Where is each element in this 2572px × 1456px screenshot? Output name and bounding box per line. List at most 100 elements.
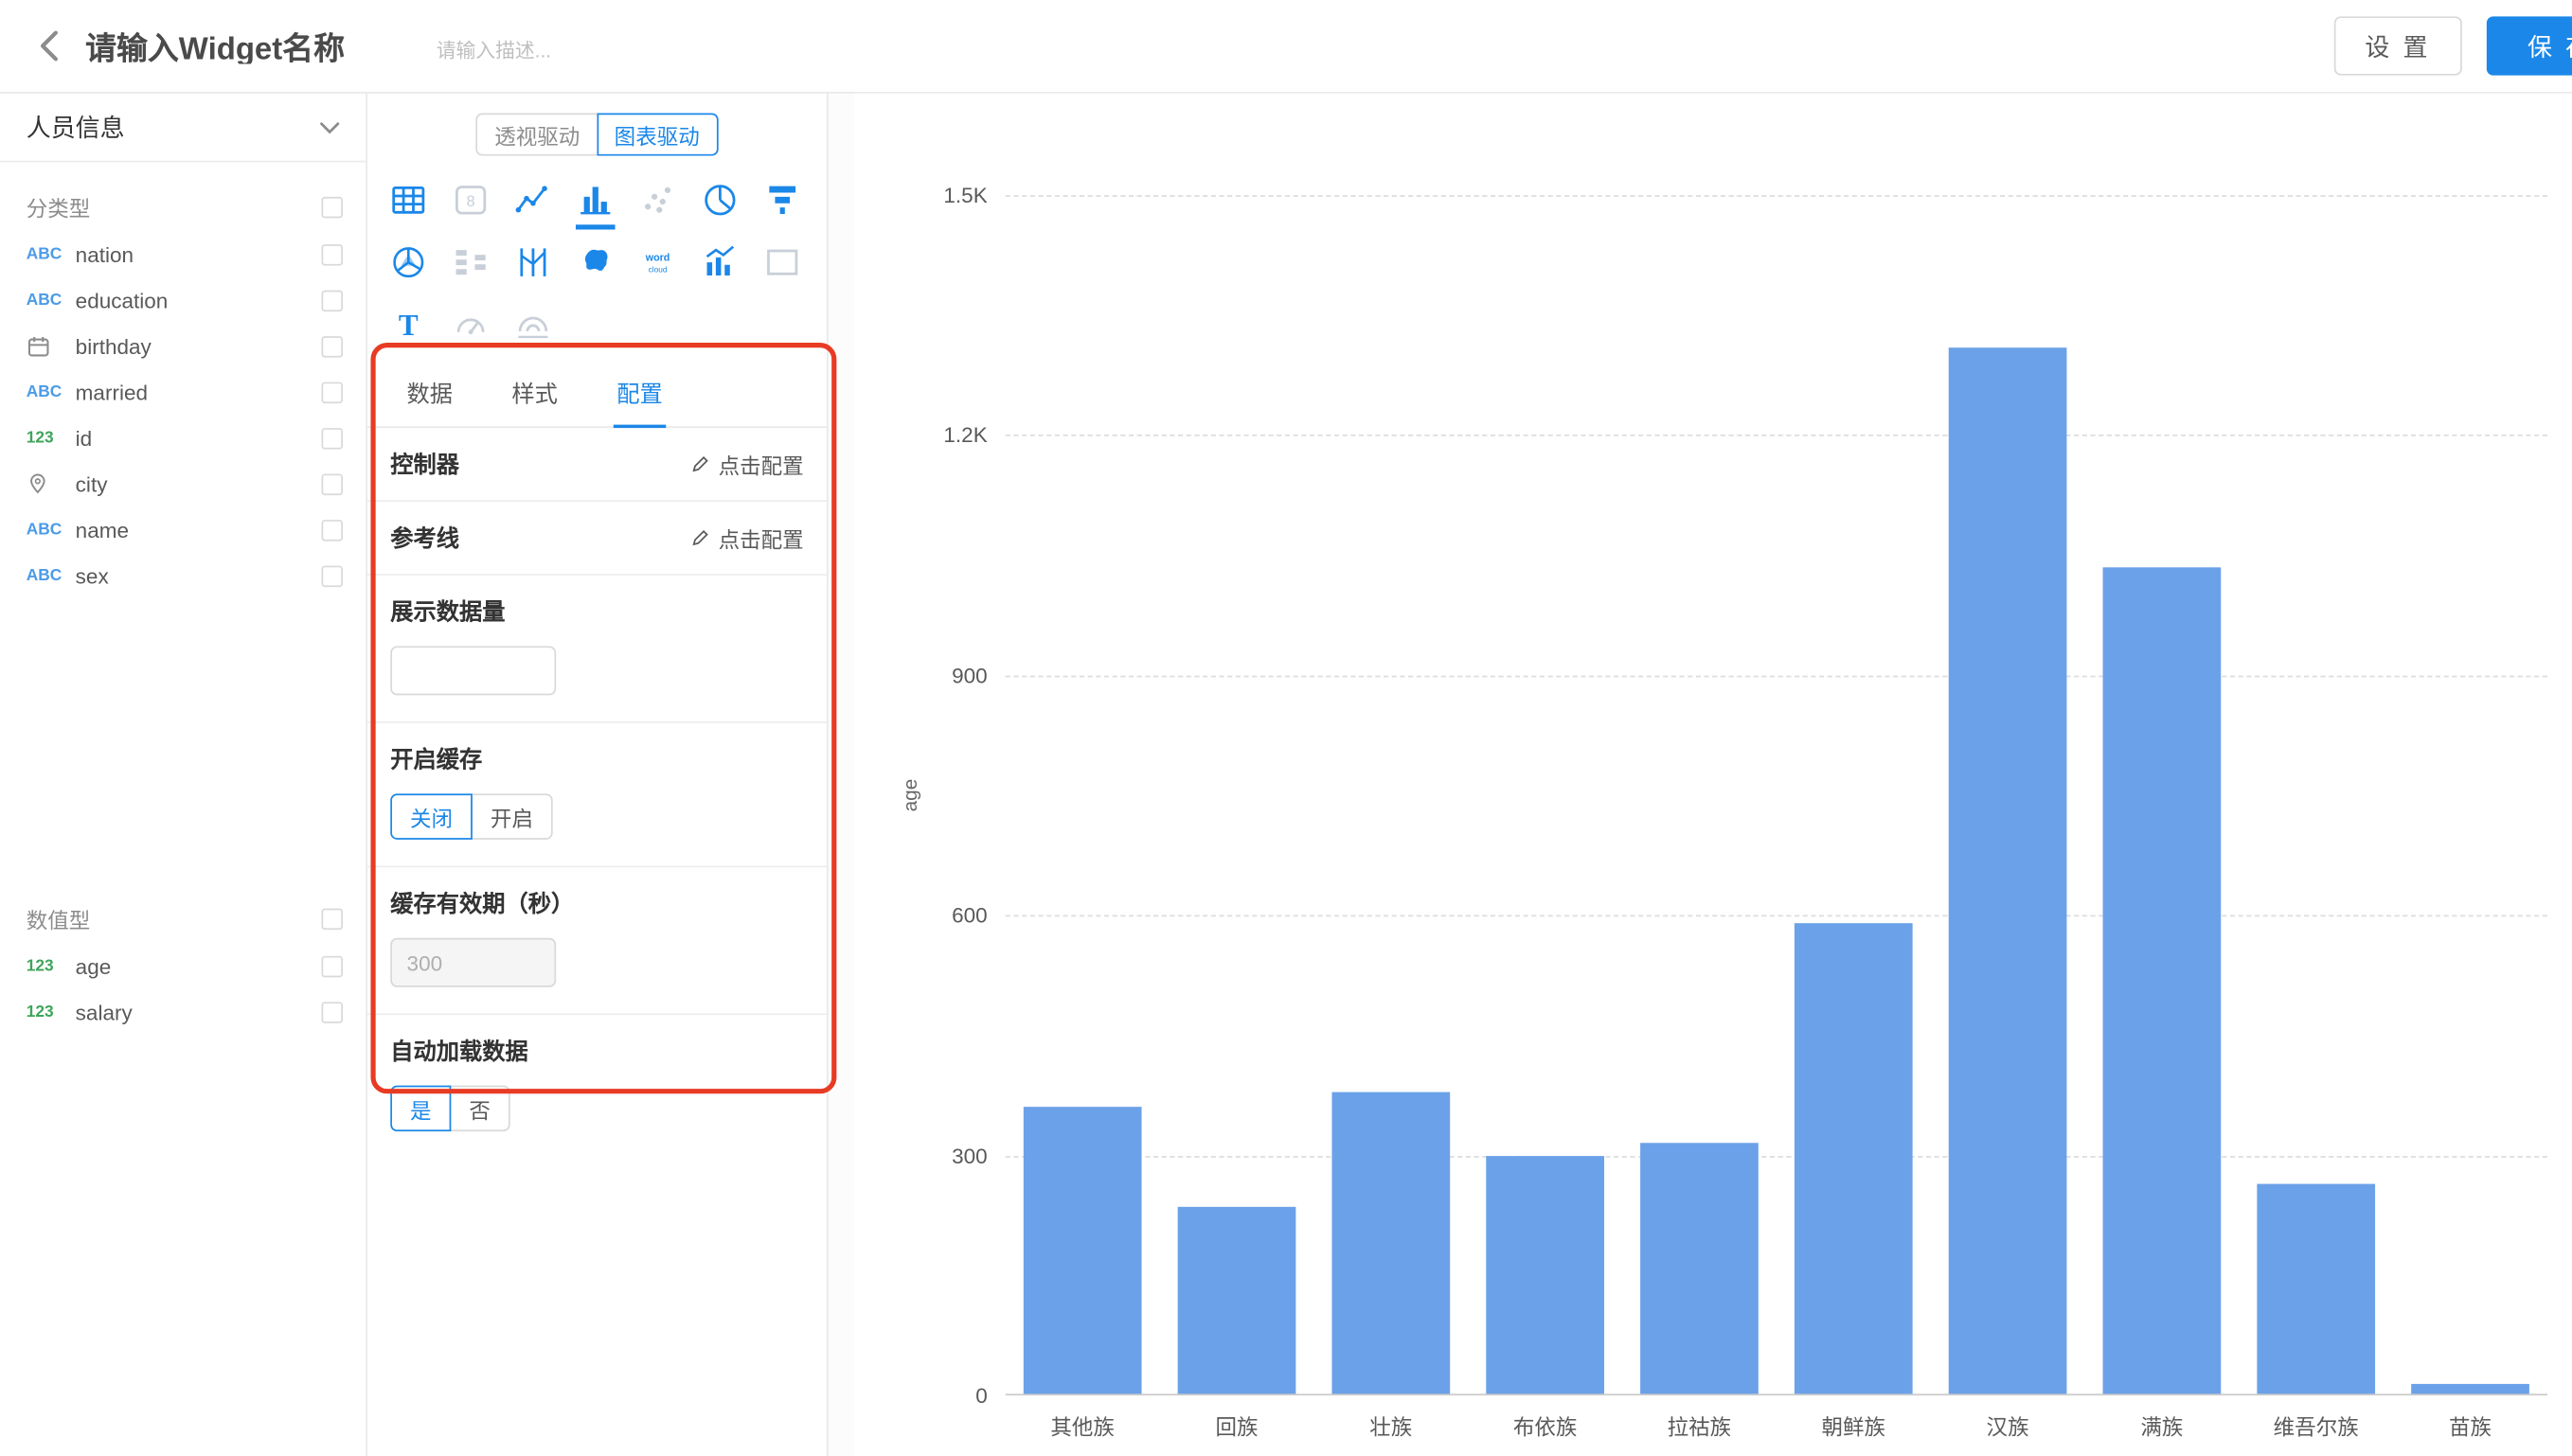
header-actions: 设 置 保 存 (2333, 16, 2571, 75)
save-button[interactable]: 保 存 (2487, 16, 2572, 75)
field-row-salary[interactable]: 123salary (0, 988, 366, 1034)
field-row-nation[interactable]: ABCnation (0, 231, 366, 276)
x-tick-label: 布依族 (1468, 1411, 1622, 1442)
scatter-chart-icon[interactable] (627, 169, 689, 231)
controller-configure-label: 点击配置 (719, 449, 804, 480)
field-name: salary (76, 1000, 133, 1024)
config-tab-bar: 数据样式配置 (367, 363, 827, 428)
wordcloud-chart-icon[interactable]: wordcloud (627, 231, 689, 293)
funnel-chart-icon[interactable] (751, 169, 813, 231)
top-bar: 设 置 保 存 (0, 0, 2572, 94)
bar-slot (2393, 195, 2547, 1395)
gauge-chart-icon[interactable] (439, 293, 502, 356)
settings-button[interactable]: 设 置 (2333, 16, 2461, 75)
map-chart-icon[interactable] (564, 231, 627, 293)
svg-text:T: T (399, 309, 419, 342)
pie-chart-icon[interactable] (688, 169, 751, 231)
svg-text:word: word (645, 252, 670, 263)
mode-option[interactable]: 图表驱动 (597, 114, 718, 156)
sankey-chart-icon[interactable] (439, 231, 502, 293)
field-row-birthday[interactable]: birthday (0, 323, 366, 368)
mode-toggle: 透视驱动图表驱动 (367, 114, 827, 156)
section-checkbox[interactable] (321, 196, 343, 218)
field-checkbox[interactable] (321, 243, 343, 265)
bar-壮族 (1331, 1092, 1450, 1395)
field-name: city (76, 471, 108, 496)
line-chart-icon[interactable] (502, 169, 564, 231)
bar-slot (2084, 195, 2239, 1395)
widget-name-input[interactable] (85, 27, 413, 63)
controller-row: 控制器 点击配置 (367, 428, 827, 502)
iframe-chart-icon[interactable] (751, 231, 813, 293)
bar-朝鲜族 (1795, 923, 1913, 1395)
bar-slot (1160, 195, 1314, 1395)
autoload-option[interactable]: 否 (450, 1086, 510, 1131)
field-checkbox[interactable] (321, 955, 343, 977)
bar-chart-icon[interactable] (564, 169, 627, 231)
field-checkbox[interactable] (321, 519, 343, 541)
field-row-sex[interactable]: ABCsex (0, 553, 366, 598)
autoload-option[interactable]: 是 (390, 1086, 451, 1131)
widget-editor: 设 置 保 存 人员信息 分类型ABCnationABCeducationbir… (0, 0, 2572, 1456)
field-section-header: 分类型 (0, 182, 366, 231)
main-layout: 人员信息 分类型ABCnationABCeducationbirthdayABC… (0, 94, 2572, 1456)
field-checkbox[interactable] (321, 335, 343, 357)
tab-配置[interactable]: 配置 (614, 363, 666, 427)
display-count-label: 展示数据量 (390, 595, 803, 629)
bar-回族 (1178, 1207, 1296, 1395)
table-icon[interactable] (377, 169, 439, 231)
x-tick-label: 其他族 (1006, 1411, 1160, 1442)
reference-line-configure-link[interactable]: 点击配置 (690, 523, 804, 554)
bar-slot (2239, 195, 2393, 1395)
field-name: married (76, 380, 148, 404)
bar-slot (1931, 195, 2085, 1395)
view-selector[interactable]: 人员信息 (0, 94, 366, 163)
bar-拉祜族 (1640, 1144, 1759, 1395)
section-checkbox[interactable] (321, 908, 343, 930)
field-row-education[interactable]: ABCeducation (0, 277, 366, 323)
cache-option[interactable]: 关闭 (390, 793, 473, 839)
autoload-label: 自动加载数据 (390, 1035, 803, 1068)
field-row-name[interactable]: ABCname (0, 506, 366, 552)
x-axis-line (1006, 1394, 2547, 1395)
cache-label: 开启缓存 (390, 743, 803, 776)
cache-ttl-input[interactable] (390, 938, 556, 987)
x-axis-labels: 其他族回族壮族布依族拉祜族朝鲜族汉族满族维吾尔族苗族 (1006, 1411, 2547, 1442)
number-type-icon: 123 (27, 429, 72, 447)
radar-chart-icon[interactable] (377, 231, 439, 293)
widget-description-input[interactable] (437, 40, 683, 62)
x-tick-label: 拉祜族 (1622, 1411, 1777, 1442)
field-sections: 分类型ABCnationABCeducationbirthdayABCmarri… (0, 162, 366, 1034)
display-count-input[interactable] (390, 646, 556, 695)
field-sidebar: 人员信息 分类型ABCnationABCeducationbirthdayABC… (0, 94, 367, 1456)
field-name: sex (76, 563, 109, 588)
semigauge-chart-icon[interactable] (502, 293, 564, 356)
parallel-chart-icon[interactable] (502, 231, 564, 293)
bar-slot (1468, 195, 1622, 1395)
pencil-icon (690, 528, 710, 548)
field-checkbox[interactable] (321, 1001, 343, 1022)
bar-slot (1622, 195, 1777, 1395)
svg-text:8: 8 (467, 193, 475, 210)
field-row-age[interactable]: 123age (0, 943, 366, 988)
field-checkbox[interactable] (321, 290, 343, 311)
field-row-id[interactable]: 123id (0, 415, 366, 460)
field-checkbox[interactable] (321, 382, 343, 403)
combo-chart-icon[interactable] (688, 231, 751, 293)
tab-数据[interactable]: 数据 (403, 363, 455, 427)
bar-布依族 (1486, 1155, 1604, 1395)
cache-option[interactable]: 开启 (471, 793, 553, 839)
scorecard-icon[interactable]: 8 (439, 169, 502, 231)
controller-configure-link[interactable]: 点击配置 (690, 449, 804, 480)
field-checkbox[interactable] (321, 565, 343, 587)
text-chart-icon[interactable]: T (377, 293, 439, 356)
mode-option[interactable]: 透视驱动 (476, 114, 598, 156)
field-checkbox[interactable] (321, 473, 343, 495)
chevron-down-icon (320, 120, 340, 133)
field-row-married[interactable]: ABCmarried (0, 369, 366, 415)
tab-样式[interactable]: 样式 (509, 363, 561, 427)
y-axis-title: age (899, 779, 921, 812)
field-checkbox[interactable] (321, 427, 343, 449)
back-button[interactable] (23, 16, 72, 75)
field-row-city[interactable]: city (0, 461, 366, 506)
